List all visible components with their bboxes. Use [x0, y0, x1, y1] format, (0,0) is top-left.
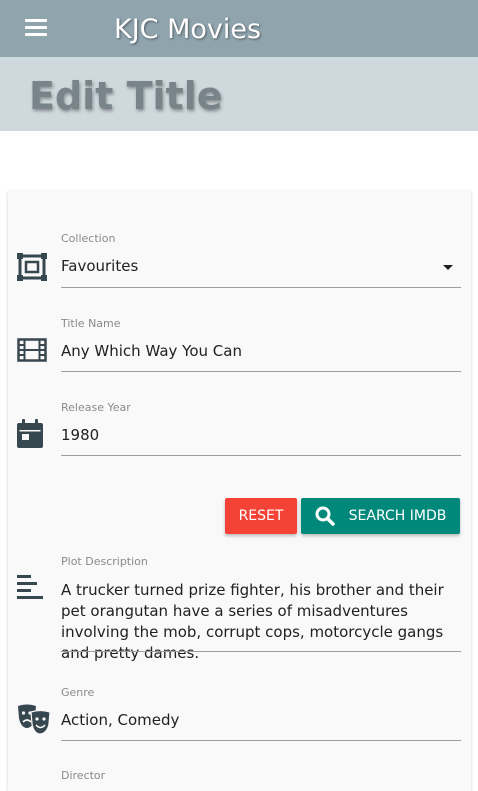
text-lines-icon — [17, 575, 43, 599]
collection-underline — [61, 287, 461, 288]
film-icon — [17, 338, 47, 362]
chevron-down-icon[interactable] — [443, 265, 453, 270]
genre-input[interactable]: Action, Comedy — [61, 711, 179, 729]
search-imdb-label: SEARCH IMDB — [348, 508, 447, 524]
release-year-label: Release Year — [61, 401, 131, 414]
plot-description-underline — [61, 651, 461, 652]
search-icon — [315, 506, 335, 526]
title-name-underline — [61, 371, 461, 372]
theater-masks-icon — [18, 704, 51, 734]
genre-label: Genre — [61, 686, 95, 699]
collection-select[interactable]: Favourites — [61, 257, 138, 275]
page-header: Edit Title — [0, 57, 478, 131]
release-year-input[interactable]: 1980 — [61, 426, 99, 444]
release-year-underline — [61, 455, 461, 456]
menu-icon[interactable] — [25, 16, 49, 40]
calendar-icon — [17, 419, 43, 448]
title-name-label: Title Name — [61, 317, 121, 330]
app-title: KJC Movies — [114, 14, 262, 45]
title-name-input[interactable]: Any Which Way You Can — [61, 342, 242, 360]
genre-underline — [61, 740, 461, 741]
app-bar: KJC Movies — [0, 0, 478, 57]
director-label: Director — [61, 769, 106, 782]
reset-button[interactable]: RESET — [225, 498, 297, 534]
collection-icon — [17, 253, 47, 281]
edit-form-card: Collection Favourites Title Name Any Whi… — [8, 191, 471, 791]
collection-label: Collection — [61, 232, 116, 245]
page-title: Edit Title — [29, 74, 223, 118]
search-imdb-button[interactable]: SEARCH IMDB — [301, 498, 460, 534]
plot-description-label: Plot Description — [61, 555, 148, 568]
